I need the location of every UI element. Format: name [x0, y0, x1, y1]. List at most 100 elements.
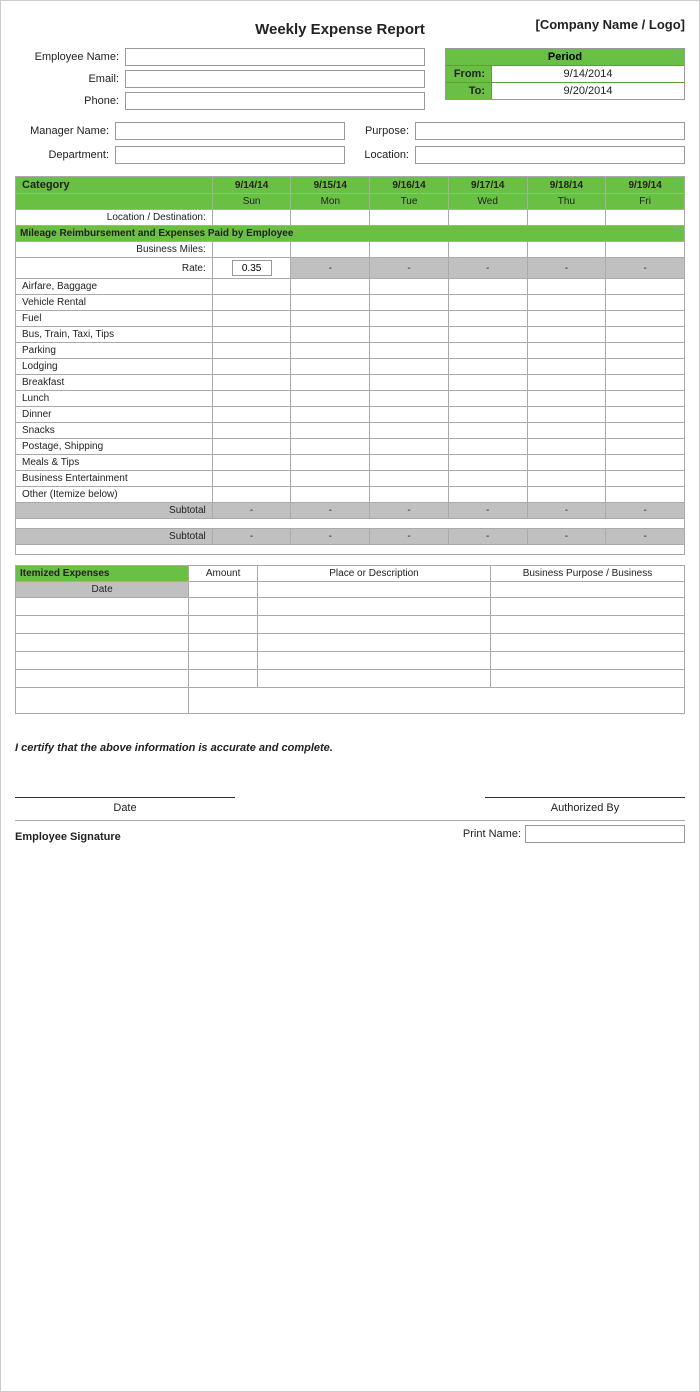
table-row: Lodging	[16, 359, 685, 375]
sub1-thu: -	[527, 503, 606, 519]
manager-input[interactable]	[115, 122, 345, 140]
date-col-4: 9/18/14	[527, 177, 606, 194]
department-input[interactable]	[115, 146, 345, 164]
rate-dash-5: -	[606, 258, 685, 279]
sub1-mon: -	[291, 503, 370, 519]
cat-bus: Bus, Train, Taxi, Tips	[16, 327, 213, 343]
mileage-section-header: Mileage Reimbursement and Expenses Paid …	[16, 226, 685, 242]
mileage-section-row: Mileage Reimbursement and Expenses Paid …	[16, 226, 685, 242]
itemized-amount-header: Amount	[189, 566, 258, 582]
miles-mon[interactable]	[291, 242, 370, 258]
purpose-label: Purpose:	[355, 125, 415, 137]
top-form: Employee Name: Email: Phone: Period From…	[15, 48, 685, 114]
day-col-5: Fri	[606, 194, 685, 210]
page: Weekly Expense Report [Company Name / Lo…	[0, 0, 700, 1392]
cat-vehicle: Vehicle Rental	[16, 295, 213, 311]
loc-wed[interactable]	[448, 210, 527, 226]
signature-lines	[15, 778, 685, 798]
itemized-table: Itemized Expenses Amount Place or Descri…	[15, 565, 685, 714]
list-item	[16, 616, 685, 634]
period-from-row: From: 9/14/2014	[446, 65, 684, 82]
spacer-row-2	[16, 545, 685, 555]
sub2-mon: -	[291, 529, 370, 545]
list-item	[16, 634, 685, 652]
phone-input[interactable]	[125, 92, 425, 110]
period-from-value[interactable]: 9/14/2014	[491, 66, 684, 82]
table-row: Fuel	[16, 311, 685, 327]
location-row: Location:	[355, 146, 685, 164]
airfare-mon[interactable]	[291, 279, 370, 295]
day-col-2: Tue	[370, 194, 449, 210]
airfare-fri[interactable]	[606, 279, 685, 295]
itemized-header-label: Itemized Expenses	[16, 566, 189, 582]
loc-mon[interactable]	[291, 210, 370, 226]
cat-fuel: Fuel	[16, 311, 213, 327]
table-row: Breakfast	[16, 375, 685, 391]
sub1-sun: -	[212, 503, 291, 519]
cat-entertainment: Business Entertainment	[16, 471, 213, 487]
table-row: Vehicle Rental	[16, 295, 685, 311]
miles-sun[interactable]	[212, 242, 291, 258]
rate-label: Rate:	[16, 258, 213, 279]
miles-tue[interactable]	[370, 242, 449, 258]
subtotal-label-2: Subtotal	[16, 529, 213, 545]
loc-thu[interactable]	[527, 210, 606, 226]
day-col-1: Mon	[291, 194, 370, 210]
rate-input-cell[interactable]	[212, 258, 291, 279]
date-sig-label: Date	[15, 802, 235, 814]
itemized-date-label: Date	[16, 582, 189, 598]
certification-text: I certify that the above information is …	[15, 732, 685, 760]
phone-label: Phone:	[15, 95, 125, 107]
list-item	[16, 598, 685, 616]
rate-dash-3: -	[448, 258, 527, 279]
authorized-sig-label: Authorized By	[485, 802, 685, 814]
email-row: Email:	[15, 70, 425, 88]
loc-fri[interactable]	[606, 210, 685, 226]
location-input[interactable]	[415, 146, 685, 164]
category-header: Category	[16, 177, 213, 194]
miles-thu[interactable]	[527, 242, 606, 258]
print-name-label: Print Name:	[463, 828, 521, 840]
phone-row: Phone:	[15, 92, 425, 110]
email-input[interactable]	[125, 70, 425, 88]
period-to-value[interactable]: 9/20/2014	[491, 83, 684, 99]
rate-dash-1: -	[291, 258, 370, 279]
itemized-header-row: Itemized Expenses Amount Place or Descri…	[16, 566, 685, 582]
miles-fri[interactable]	[606, 242, 685, 258]
rate-input[interactable]	[232, 260, 272, 276]
business-miles-label: Business Miles:	[16, 242, 213, 258]
cat-lunch: Lunch	[16, 391, 213, 407]
sub2-wed: -	[448, 529, 527, 545]
airfare-tue[interactable]	[370, 279, 449, 295]
period-from-label: From:	[446, 67, 491, 81]
sub2-thu: -	[527, 529, 606, 545]
employee-name-label: Employee Name:	[15, 51, 125, 63]
date-col-2: 9/16/14	[370, 177, 449, 194]
employee-name-input[interactable]	[125, 48, 425, 66]
location-destination-row: Location / Destination:	[16, 210, 685, 226]
miles-wed[interactable]	[448, 242, 527, 258]
cat-breakfast: Breakfast	[16, 375, 213, 391]
date-col-3: 9/17/14	[448, 177, 527, 194]
print-name-input[interactable]	[525, 825, 685, 843]
date-col-0: 9/14/14	[212, 177, 291, 194]
department-label: Department:	[15, 149, 115, 161]
purpose-input[interactable]	[415, 122, 685, 140]
airfare-wed[interactable]	[448, 279, 527, 295]
loc-sun[interactable]	[212, 210, 291, 226]
airfare-thu[interactable]	[527, 279, 606, 295]
page-title: Weekly Expense Report	[175, 17, 505, 38]
loc-tue[interactable]	[370, 210, 449, 226]
table-header-dates: Category 9/14/14 9/15/14 9/16/14 9/17/14…	[16, 177, 685, 194]
authorized-sig-line	[485, 778, 685, 798]
email-label: Email:	[15, 73, 125, 85]
airfare-sun[interactable]	[212, 279, 291, 295]
period-box: Period From: 9/14/2014 To: 9/20/2014	[445, 48, 685, 114]
cat-dinner: Dinner	[16, 407, 213, 423]
print-name-row: Print Name:	[463, 825, 685, 843]
period-title: Period	[446, 49, 684, 65]
manager-row: Manager Name:	[15, 122, 345, 140]
table-header-days: Sun Mon Tue Wed Thu Fri	[16, 194, 685, 210]
period-to-label: To:	[446, 84, 491, 98]
table-row: Lunch	[16, 391, 685, 407]
